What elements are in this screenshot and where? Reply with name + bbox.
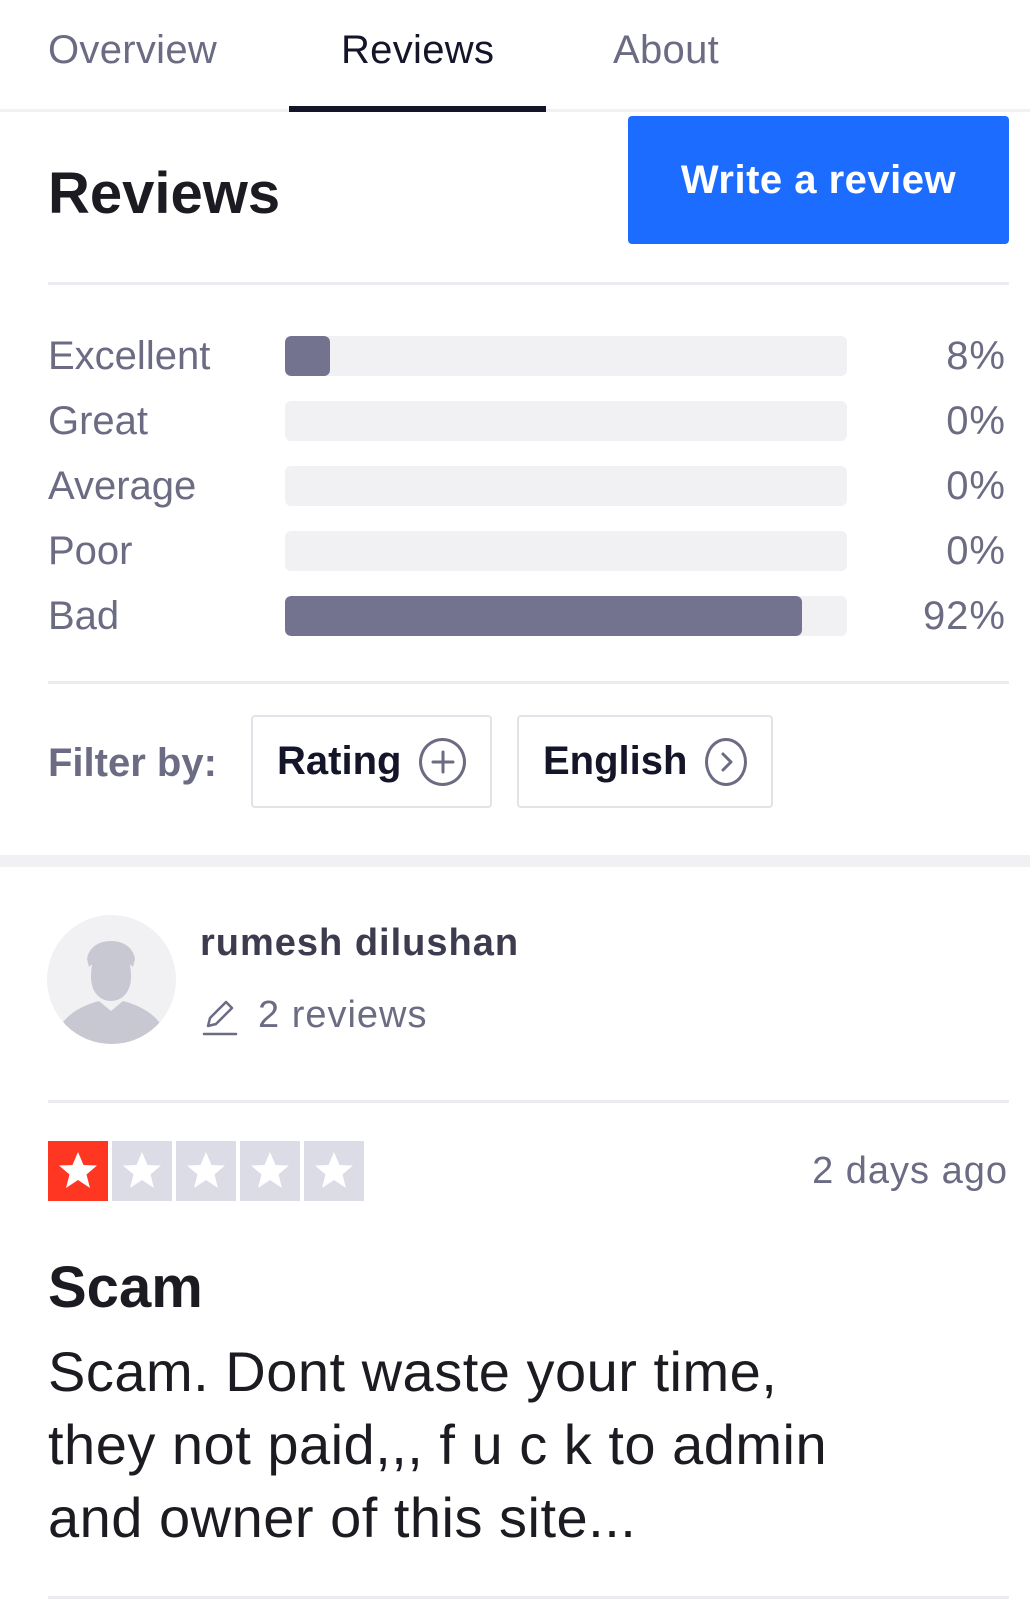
review-body-line: Scam. Dont waste your time, [48,1340,778,1403]
distribution-label: Excellent [48,334,211,378]
review-body-line: they not paid,,, f u c k to admin [48,1413,828,1476]
avatar[interactable] [47,915,176,1044]
distribution-bar [285,401,847,441]
divider [48,681,1009,684]
review-title[interactable]: Scam [48,1254,203,1321]
distribution-percent: 0% [946,464,1006,508]
distribution-bar [285,336,847,376]
active-tab-indicator [289,106,546,112]
distribution-label: Poor [48,529,133,573]
reviewer-review-count: 2 reviews [200,994,428,1037]
distribution-bar-fill [285,596,803,636]
review-body[interactable]: Scam. Dont waste your time, they not pai… [48,1335,998,1554]
distribution-bar [285,466,847,506]
divider [48,282,1009,285]
rating-filter-label: Rating [277,739,402,783]
review-date: 2 days ago [812,1150,1008,1192]
default-user-icon [55,941,168,1044]
filter-label: Filter by: [48,741,217,785]
distribution-bar [285,596,847,636]
star-rating [48,1141,364,1201]
star-icon [112,1141,172,1201]
review-body-line: and owner of this site... [48,1486,637,1549]
plus-circle-icon [419,737,466,786]
reviewer-name[interactable]: rumesh dilushan [200,922,519,965]
distribution-label: Great [48,399,149,443]
star-icon [48,1141,108,1201]
tab-overview[interactable]: Overview [48,28,217,73]
language-filter-label: English [543,739,688,783]
star-icon [240,1141,300,1201]
divider [48,1596,1009,1599]
chevron-right-circle-icon [705,737,747,786]
distribution-row-excellent[interactable]: Excellent 8% [0,334,1030,378]
distribution-bar [285,531,847,571]
tab-bar: Overview Reviews About [0,0,1030,112]
page-title: Reviews [48,161,281,226]
distribution-percent: 0% [946,399,1006,443]
write-review-button[interactable]: Write a review [628,116,1009,244]
star-icon [304,1141,364,1201]
distribution-percent: 92% [922,594,1006,638]
language-filter-button[interactable]: English [517,715,773,808]
divider [48,1100,1009,1103]
star-icon [176,1141,236,1201]
distribution-row-poor[interactable]: Poor 0% [0,529,1030,573]
distribution-row-average[interactable]: Average 0% [0,464,1030,508]
distribution-bar-fill [285,336,330,376]
tab-about[interactable]: About [613,28,719,73]
distribution-row-great[interactable]: Great 0% [0,399,1030,443]
distribution-row-bad[interactable]: Bad 92% [0,594,1030,638]
distribution-label: Average [48,464,197,508]
section-separator [0,855,1030,867]
distribution-percent: 0% [946,529,1006,573]
distribution-percent: 8% [946,334,1006,378]
pencil-icon [202,1000,238,1035]
rating-filter-button[interactable]: Rating [251,715,492,808]
tab-reviews[interactable]: Reviews [341,28,494,73]
review-count-text: 2 reviews [258,994,428,1036]
distribution-label: Bad [48,594,120,638]
